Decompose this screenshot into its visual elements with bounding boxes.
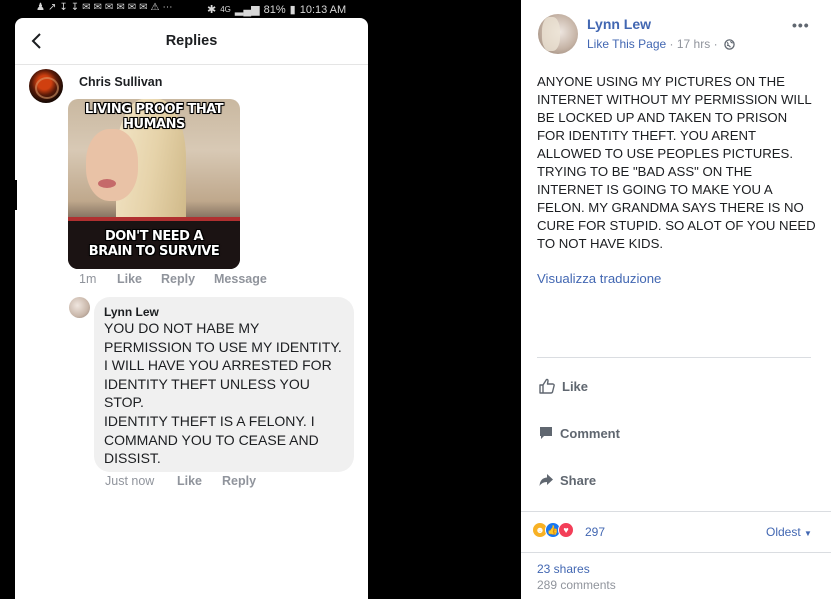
- like-button-label: Like: [562, 378, 589, 394]
- share-button-label: Share: [560, 472, 597, 488]
- more-options-icon[interactable]: •••: [792, 17, 810, 33]
- like-page-link[interactable]: Like This Page: [587, 37, 666, 51]
- shares-count[interactable]: 23 shares: [537, 562, 590, 576]
- phone-edge-shadow: [15, 180, 17, 210]
- replies-title: Replies: [165, 33, 218, 49]
- reply-like-button[interactable]: Like: [177, 474, 202, 488]
- mail-icon: ✉: [116, 2, 125, 13]
- meta-separator: ·: [713, 37, 721, 51]
- reaction-icons[interactable]: ☻ 👍 ♥: [532, 522, 574, 538]
- comment-icon: [540, 427, 552, 439]
- meme-face: [86, 129, 138, 201]
- thumbs-up-icon: [539, 378, 555, 394]
- comment-button-label: Comment: [560, 425, 620, 441]
- phone-status-bar: ♟ ↗ ↧ ↧ ✉ ✉ ✉ ✉ ✉ ✉ ⚠ ⋯ ✱ 4G ▂▄▆ 81% ▮ 1…: [0, 0, 370, 18]
- meta-separator: ·: [669, 37, 677, 51]
- meme-bottom-caption: DON'T NEED A BRAIN TO SURVIVE: [88, 229, 220, 259]
- comment-message-button[interactable]: Message: [214, 272, 267, 286]
- screenshot-root: ♟ ↗ ↧ ↧ ✉ ✉ ✉ ✉ ✉ ✉ ⚠ ⋯ ✱ 4G ▂▄▆ 81% ▮ 1…: [0, 0, 831, 599]
- like-button[interactable]: Like: [538, 377, 588, 395]
- love-reaction-icon: ♥: [558, 522, 574, 538]
- avatar-chris-sullivan[interactable]: [29, 69, 63, 103]
- reply-author[interactable]: Lynn Lew: [104, 305, 159, 319]
- reply-time: Just now: [105, 474, 155, 488]
- mail-icon: ✉: [82, 2, 91, 13]
- warning-icon: ⚠: [150, 2, 160, 13]
- reply-bubble: Lynn Lew YOU DO NOT HABE MY PERMISSION T…: [94, 297, 354, 472]
- post-time[interactable]: 17 hrs: [677, 37, 710, 51]
- sort-label: Oldest: [766, 525, 801, 539]
- more-dots-icon: ⋯: [162, 2, 173, 13]
- replies-screen: Replies Chris Sullivan LIVING PROOF THAT…: [15, 18, 368, 599]
- replies-header: Replies: [15, 18, 368, 65]
- mail-icon: ✉: [139, 2, 148, 13]
- avatar-lynn-lew-small[interactable]: [69, 297, 90, 318]
- mail-icon: ✉: [93, 2, 102, 13]
- mail-icon: ✉: [104, 2, 114, 13]
- comments-count[interactable]: 289 comments: [537, 578, 616, 592]
- share-icon: [539, 474, 553, 486]
- comment-reply-button[interactable]: Reply: [161, 272, 195, 286]
- bluetooth-icon: ✱: [207, 4, 217, 16]
- reactions-count[interactable]: 297: [585, 525, 605, 539]
- meme-lips: [98, 179, 116, 188]
- signal-bars-icon: ▂▄▆: [234, 4, 260, 16]
- signal-icon: ↗: [47, 2, 57, 13]
- network-type: 4G: [220, 5, 231, 14]
- mail-icon: ✉: [127, 2, 137, 13]
- post-text: ANYONE USING MY PICTURES ON THE INTERNET…: [537, 74, 816, 251]
- globe-icon[interactable]: [724, 39, 735, 50]
- see-translation-link[interactable]: Visualizza traduzione: [537, 271, 661, 286]
- share-button[interactable]: Share: [538, 472, 596, 488]
- meme-image[interactable]: LIVING PROOF THAT HUMANS DON'T NEED A BR…: [68, 99, 240, 269]
- comment-author[interactable]: Chris Sullivan: [79, 75, 162, 89]
- facebook-post: Lynn Lew Like This Page · 17 hrs · ••• A…: [521, 0, 831, 599]
- post-author-name[interactable]: Lynn Lew: [587, 16, 651, 32]
- download-icon: ↧: [70, 2, 80, 13]
- post-author-avatar[interactable]: [538, 14, 578, 54]
- notification-icons: ♟ ↗ ↧ ↧ ✉ ✉ ✉ ✉ ✉ ✉ ⚠ ⋯: [36, 2, 172, 13]
- status-right: ✱ 4G ▂▄▆ 81% ▮ 10:13 AM: [207, 3, 347, 17]
- download-icon: ↧: [59, 2, 68, 13]
- reply-reply-button[interactable]: Reply: [222, 474, 256, 488]
- chevron-down-icon: ▼: [804, 529, 812, 538]
- person-icon: ♟: [36, 2, 45, 13]
- post-meta: Like This Page · 17 hrs ·: [587, 37, 735, 51]
- clock: 10:13 AM: [299, 3, 347, 16]
- meme-top-caption: LIVING PROOF THAT HUMANS: [84, 102, 224, 132]
- reply-text: YOU DO NOT HABE MY PERMISSION TO USE MY …: [104, 320, 342, 467]
- battery-icon: ▮: [289, 4, 296, 16]
- post-divider: [537, 357, 811, 358]
- reactions-bar: ☻ 👍 ♥ 297 Oldest ▼: [521, 511, 831, 553]
- comment-like-button[interactable]: Like: [117, 272, 142, 286]
- battery-level: 81%: [263, 3, 286, 16]
- comment-button[interactable]: Comment: [538, 425, 620, 441]
- sort-comments-dropdown[interactable]: Oldest ▼: [766, 525, 812, 539]
- comment-time: 1m: [79, 272, 97, 286]
